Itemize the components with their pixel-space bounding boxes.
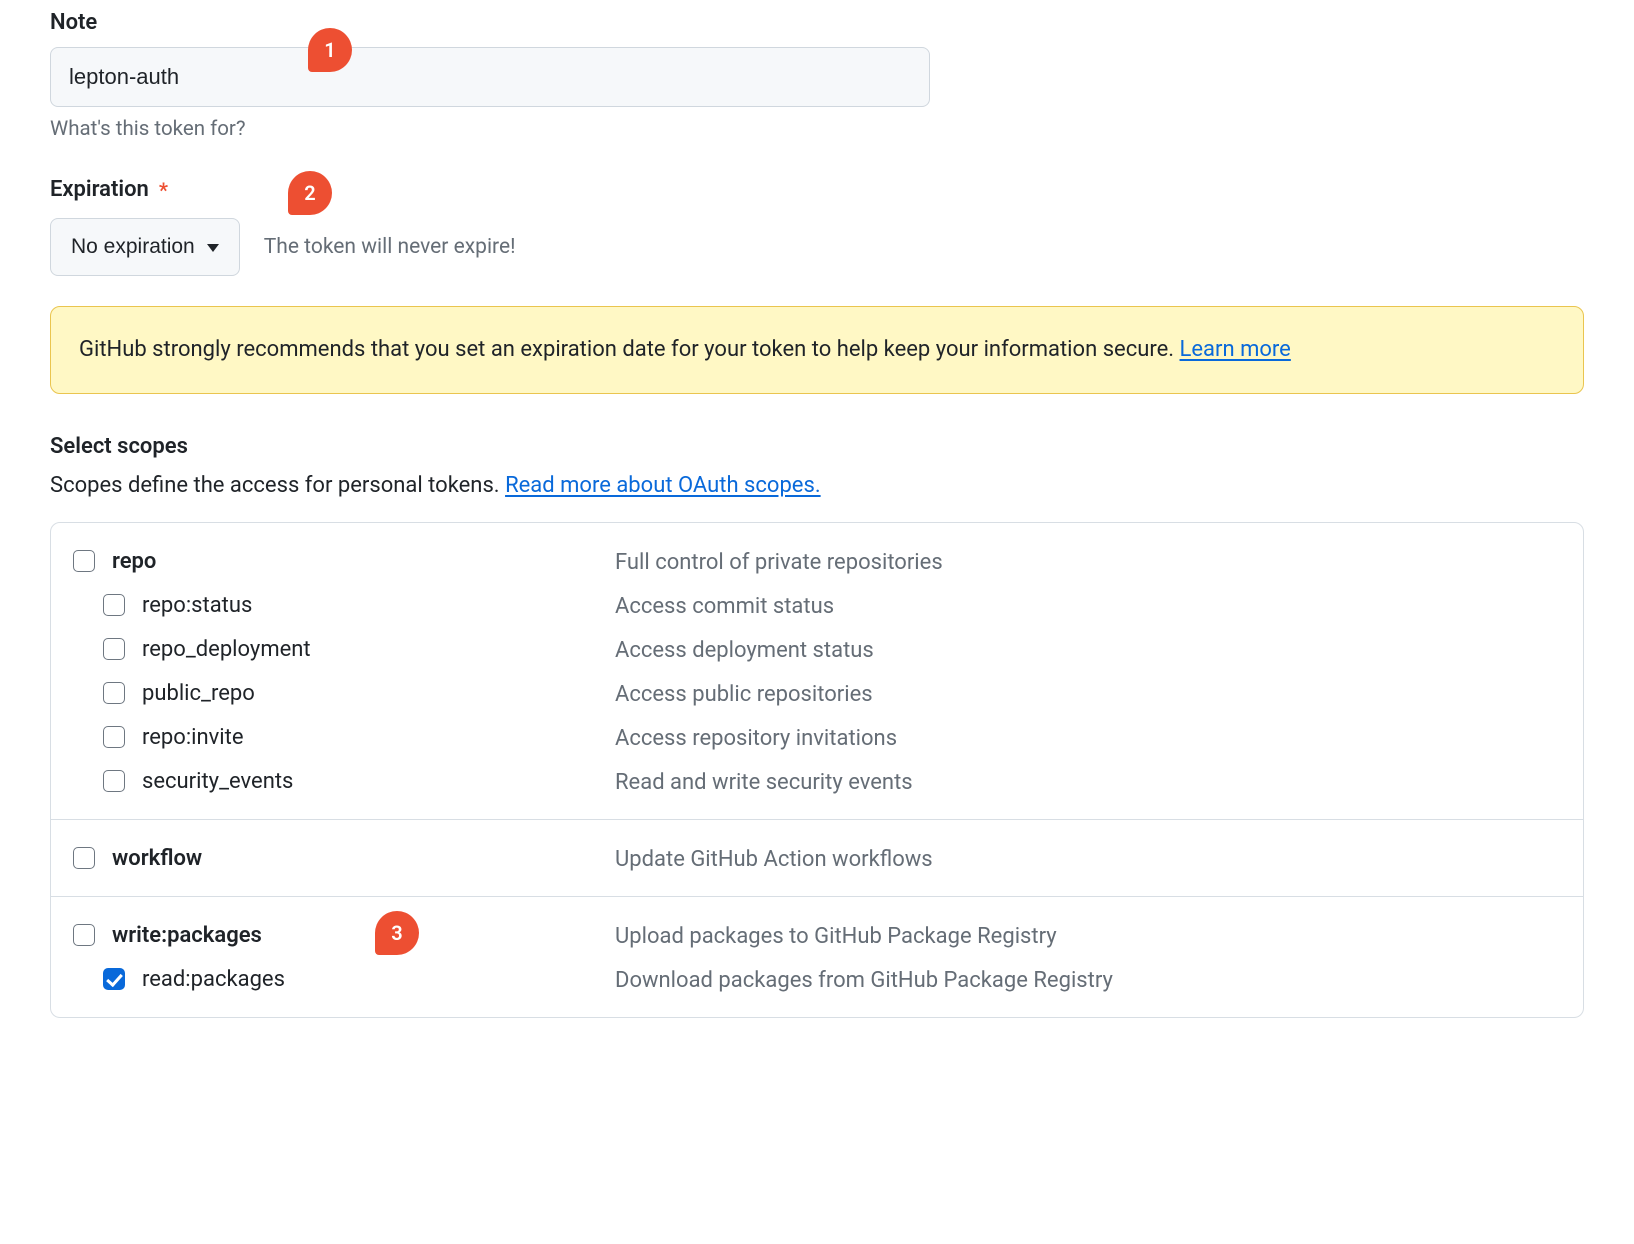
scope-description: Full control of private repositories: [615, 548, 1565, 575]
expiration-label-text: Expiration: [50, 177, 149, 202]
scopes-description-text: Scopes define the access for personal to…: [50, 473, 505, 498]
scope-checkbox-public-repo[interactable]: [103, 682, 125, 704]
scope-label: write:packages: [112, 923, 262, 948]
expiration-selected-value: No expiration: [71, 235, 195, 259]
scope-description: Access commit status: [615, 592, 1565, 619]
scope-label: security_events: [142, 769, 293, 794]
scope-checkbox-repo-invite[interactable]: [103, 726, 125, 748]
scopes-heading: Select scopes: [50, 434, 1584, 459]
scopes-box: repo Full control of private repositorie…: [50, 522, 1584, 1018]
expiration-select[interactable]: No expiration: [50, 218, 240, 276]
note-helper: What's this token for?: [50, 117, 1584, 141]
scope-checkbox-write-packages[interactable]: [73, 924, 95, 946]
scope-label: public_repo: [142, 681, 255, 706]
chevron-down-icon: [207, 244, 219, 252]
scope-description: Update GitHub Action workflows: [615, 845, 1565, 872]
scope-description: Download packages from GitHub Package Re…: [615, 966, 1565, 993]
scope-checkbox-repo-deployment[interactable]: [103, 638, 125, 660]
scope-label: workflow: [112, 846, 202, 871]
scope-group-repo: repo Full control of private repositorie…: [51, 523, 1583, 820]
scope-group-workflow: workflow Update GitHub Action workflows: [51, 820, 1583, 897]
scope-description: Upload packages to GitHub Package Regist…: [615, 922, 1565, 949]
banner-learn-more-link[interactable]: Learn more: [1180, 337, 1291, 362]
banner-text: GitHub strongly recommends that you set …: [79, 337, 1180, 362]
scope-checkbox-workflow[interactable]: [73, 847, 95, 869]
scope-label: repo:invite: [142, 725, 244, 750]
scope-label: read:packages: [142, 967, 285, 992]
scope-description: Access repository invitations: [615, 724, 1565, 751]
expiration-hint: The token will never expire!: [264, 235, 516, 259]
note-input[interactable]: [50, 47, 930, 107]
expiration-warning-banner: GitHub strongly recommends that you set …: [50, 306, 1584, 394]
note-label: Note: [50, 10, 1584, 35]
scope-checkbox-read-packages[interactable]: [103, 968, 125, 990]
required-asterisk: *: [159, 178, 168, 202]
scopes-description: Scopes define the access for personal to…: [50, 473, 1584, 498]
scope-label: repo: [112, 549, 156, 574]
scope-description: Access deployment status: [615, 636, 1565, 663]
scope-checkbox-repo-status[interactable]: [103, 594, 125, 616]
scope-label: repo_deployment: [142, 637, 311, 662]
scope-checkbox-repo[interactable]: [73, 550, 95, 572]
expiration-label: Expiration *: [50, 177, 1584, 202]
scope-description: Access public repositories: [615, 680, 1565, 707]
scope-checkbox-security-events[interactable]: [103, 770, 125, 792]
scope-group-write-packages: write:packages Upload packages to GitHub…: [51, 897, 1583, 1017]
scope-description: Read and write security events: [615, 768, 1565, 795]
scope-label: repo:status: [142, 593, 252, 618]
scopes-learn-more-link[interactable]: Read more about OAuth scopes.: [505, 473, 821, 498]
